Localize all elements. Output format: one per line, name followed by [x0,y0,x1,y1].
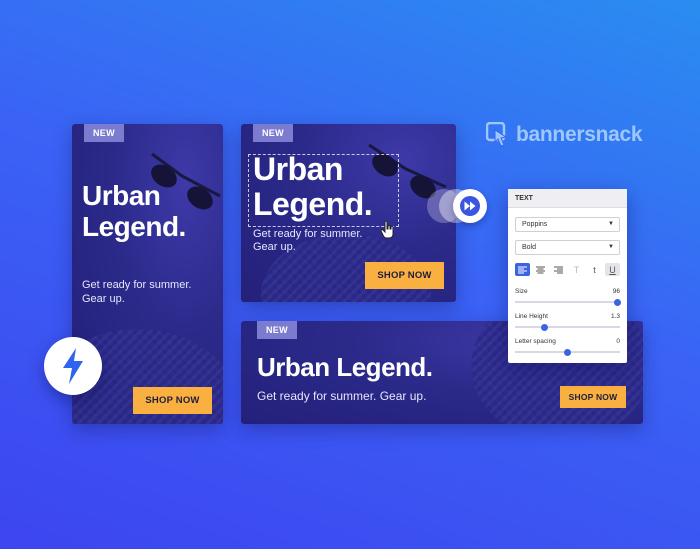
subheadline: Get ready for summer. Gear up. [253,228,362,254]
subheadline-line-1: Get ready for summer. [253,228,363,240]
align-right-icon[interactable] [551,263,566,276]
square-banner[interactable]: NEW Urban Legend. Get ready for summer. … [241,124,456,302]
line-height-label: Line Height [515,313,548,320]
headline[interactable]: Urban Legend. [253,151,373,222]
headline-line-2: Legend. [253,186,373,222]
line-height-value: 1.3 [610,313,620,320]
headline-line-2: Legend. [82,211,186,242]
new-badge: NEW [253,124,293,142]
headline: Urban Legend. [82,180,186,242]
letter-spacing-value: 0 [616,338,620,345]
hand-cursor-icon [380,220,394,239]
font-weight-select[interactable]: Bold ▼ [515,240,620,255]
headline: Urban Legend. [257,352,433,382]
subheadline-line-2: Gear up. [82,293,125,305]
text-fade-icon[interactable]: T [569,263,584,276]
text-properties-panel: TEXT Poppins ▼ Bold ▼ T t U Size 96 Line… [508,189,627,363]
line-height-slider[interactable] [515,323,620,331]
shop-now-button[interactable]: SHOP NOW [560,386,626,408]
text-case-icon[interactable]: t [587,263,602,276]
shop-now-button[interactable]: SHOP NOW [365,262,444,289]
size-property: Size 96 [515,288,620,295]
subheadline-line-2: Gear up. [253,241,296,253]
panel-title: TEXT [508,189,627,208]
headline-line-1: Urban [82,180,161,211]
headline-line-1: Urban [253,151,343,187]
letter-spacing-property: Letter spacing 0 [515,338,620,345]
subheadline: Get ready for summer. Gear up. [82,278,191,306]
lightning-icon [63,348,83,384]
size-value: 96 [612,288,620,295]
size-label: Size [515,288,528,295]
bannersnack-logo: bannersnack [486,122,643,148]
size-slider-thumb[interactable] [614,298,622,306]
fast-forward-button[interactable] [453,189,487,223]
shop-now-button[interactable]: SHOP NOW [133,387,212,414]
lightning-button[interactable] [44,337,102,395]
font-family-value: Poppins [522,221,548,228]
letter-spacing-slider[interactable] [515,348,620,356]
letter-spacing-label: Letter spacing [515,338,556,345]
fast-forward-icon [460,196,480,216]
chevron-down-icon: ▼ [608,244,614,250]
chevron-down-icon: ▼ [608,221,614,227]
new-badge: NEW [84,124,124,142]
bannersnack-logo-icon [486,122,508,147]
text-format-toolbar: T t U [515,263,620,276]
letter-spacing-slider-thumb[interactable] [564,348,571,356]
align-center-icon[interactable] [533,263,548,276]
subheadline: Get ready for summer. Gear up. [257,389,427,403]
size-slider[interactable] [515,298,622,306]
font-family-select[interactable]: Poppins ▼ [515,217,620,232]
line-height-property: Line Height 1.3 [515,313,620,320]
line-height-slider-thumb[interactable] [540,323,548,331]
underline-icon[interactable]: U [605,263,620,276]
align-left-icon[interactable] [515,263,530,276]
new-badge: NEW [257,321,297,339]
subheadline-line-1: Get ready for summer. [82,279,192,291]
brand-name: bannersnack [516,123,643,146]
font-weight-value: Bold [522,244,537,251]
